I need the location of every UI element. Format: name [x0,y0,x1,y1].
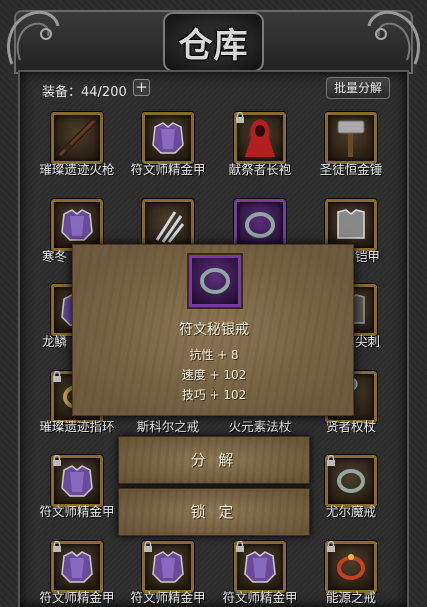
item-label: 璀璨遗迹指环 [39,419,115,434]
ring-icon [200,268,230,294]
lock-button[interactable]: 锁 定 [118,488,310,536]
armor-icon [152,122,184,154]
popup-item-slot [189,255,241,307]
lock-icon [327,541,335,552]
popup-stat-speed: 速度 + 102 [181,368,247,382]
equipment-count: 装备：44/200 [42,85,127,100]
item-slot[interactable] [325,112,377,164]
batch-decompose-button[interactable]: 批量分解 [326,77,390,99]
lock-icon [327,455,335,466]
left-scroll-ornament [7,10,60,65]
warehouse-window: 仓库 装备：44/200 + 批量分解 璀璨遗迹火枪 符文师精金甲 献祭者长袍 … [0,0,427,607]
item-slot[interactable] [51,112,103,164]
popup-stat-skill: 技巧 + 102 [181,388,247,402]
item-label: 符文师精金甲 [39,590,115,605]
item-label: 尖刺 [355,334,381,349]
claw-icon [155,211,185,243]
lock-icon [236,541,244,552]
lock-icon [53,455,61,466]
item-label: 符文师精金甲 [130,162,206,177]
ring-icon [245,212,275,238]
item-label: 符文师精金甲 [222,590,298,605]
item-label: 贤者权杖 [325,419,376,434]
lock-icon [53,541,61,552]
popup-item-name: 符文秘银戒 [179,322,249,338]
item-detail-popup: 符文秘银戒 抗性 + 8 速度 + 102 技巧 + 102 [72,244,354,416]
item-label: 铠甲 [355,249,381,264]
page-title: 仓库 [178,25,249,66]
popup-stat-resistance: 抗性 + 8 [189,348,239,362]
item-label: 圣徒恒金锤 [319,162,383,177]
item-label: 符文师精金甲 [39,504,115,519]
lock-icon [53,371,61,382]
lock-icon [144,541,152,552]
musket-icon [57,118,97,158]
armor-icon [61,209,93,241]
right-scroll-ornament [367,10,420,65]
title-plate: 仓库 [163,12,264,72]
item-slot[interactable] [142,112,194,164]
item-label: 璀璨遗迹火枪 [39,162,115,177]
item-label: 献祭者长袍 [228,162,292,177]
item-label: 火元素法杖 [228,419,292,434]
lock-icon [236,112,244,123]
item-label: 斯科尔之戒 [136,419,200,434]
expand-capacity-button[interactable]: + [133,79,150,96]
hammer-icon [337,120,365,157]
decompose-button[interactable]: 分 解 [118,436,310,484]
item-label: 尤尔魔戒 [325,504,376,519]
item-label: 符文师精金甲 [130,590,206,605]
chest-armor-icon [337,209,365,239]
item-label: 能源之戒 [325,590,376,605]
